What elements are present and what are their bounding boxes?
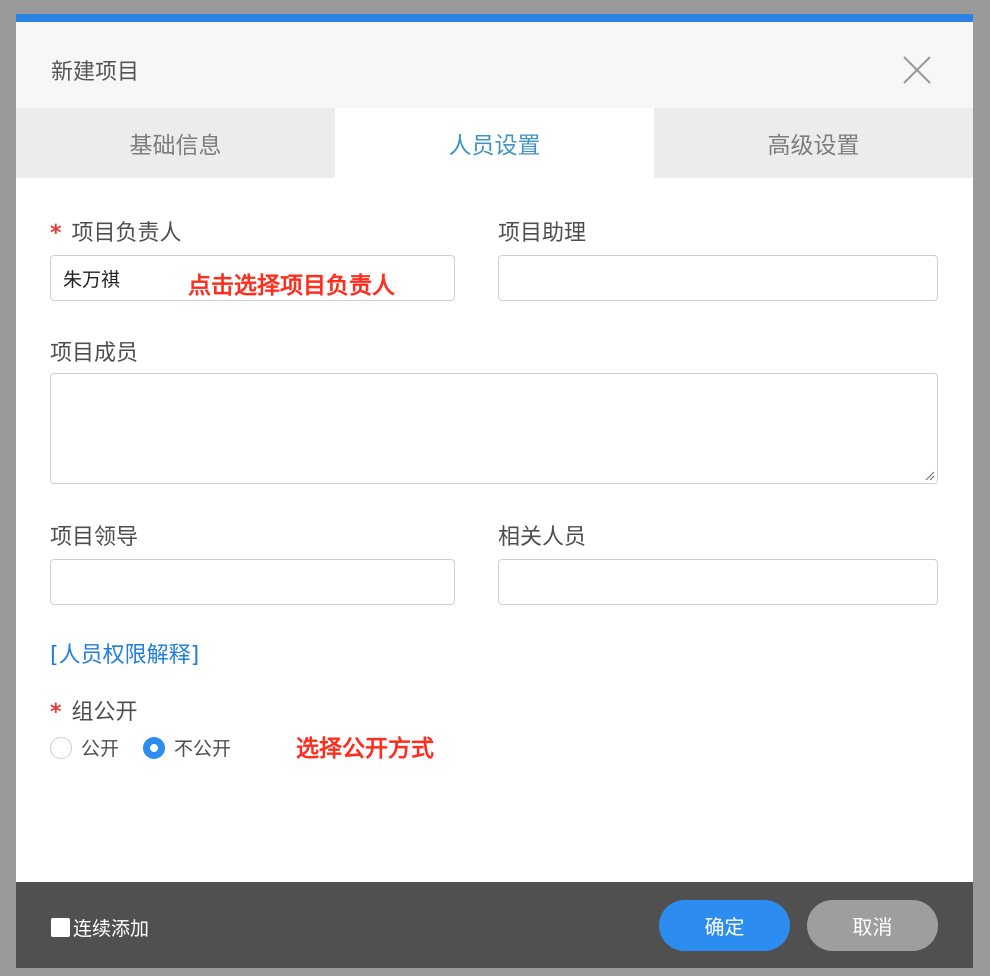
leader-label-text: 项目负责人 [71,221,182,246]
radio-not-public-circle[interactable] [143,736,166,759]
leader-hint-annotation: 点击选择项目负责人 [188,273,395,299]
dialog-footer: 连续添加 确定 取消 [16,882,973,968]
tab-bar: 基础信息 人员设置 高级设置 [16,108,973,178]
tab-basic-info[interactable]: 基础信息 [16,108,335,178]
assistant-input[interactable] [498,255,938,301]
confirm-button[interactable]: 确定 [659,900,790,951]
supervisor-label: 项目领导 [50,525,139,550]
close-icon-graphic [903,56,931,84]
required-mark: * [50,221,62,246]
leader-value: 朱万祺 [63,268,121,291]
tab-advanced-settings[interactable]: 高级设置 [654,108,973,178]
radio-public-label: 公开 [81,738,120,760]
tab-personnel-settings[interactable]: 人员设置 [335,108,654,178]
resize-handle-icon[interactable] [923,469,935,481]
continue-add-label: 连续添加 [73,918,150,940]
related-input[interactable] [498,559,938,605]
group-public-label-text: 组公开 [71,700,138,725]
dialog-header: 新建项目 [16,22,973,108]
supervisor-input[interactable] [50,559,455,605]
members-label: 项目成员 [50,341,139,366]
group-public-label: * 组公开 [50,694,138,726]
radio-public-circle[interactable] [50,736,72,759]
continue-add-toggle[interactable]: 连续添加 [51,914,149,941]
dialog-title: 新建项目 [51,60,140,85]
radio-public[interactable]: 公开 [50,734,119,761]
related-label: 相关人员 [498,525,587,550]
required-mark: * [50,700,62,725]
members-textarea[interactable] [50,373,938,484]
continue-add-checkbox[interactable] [51,918,70,937]
group-public-radio-group: 公开 不公开 [50,734,255,761]
cancel-button[interactable]: 取消 [807,900,938,951]
permission-explanation-link[interactable]: [人员权限解释] [50,637,199,669]
assistant-label: 项目助理 [498,221,587,246]
public-hint-annotation: 选择公开方式 [296,736,434,762]
new-project-dialog: 新建项目 基础信息 人员设置 高级设置 * 项目负责人 朱万祺 点击选择项目负责人… [16,14,973,968]
dialog-accent-bar [16,14,973,22]
radio-not-public[interactable]: 不公开 [143,734,231,761]
radio-not-public-label: 不公开 [174,738,232,760]
leader-label: * 项目负责人 [50,215,182,247]
close-icon[interactable] [901,54,933,86]
